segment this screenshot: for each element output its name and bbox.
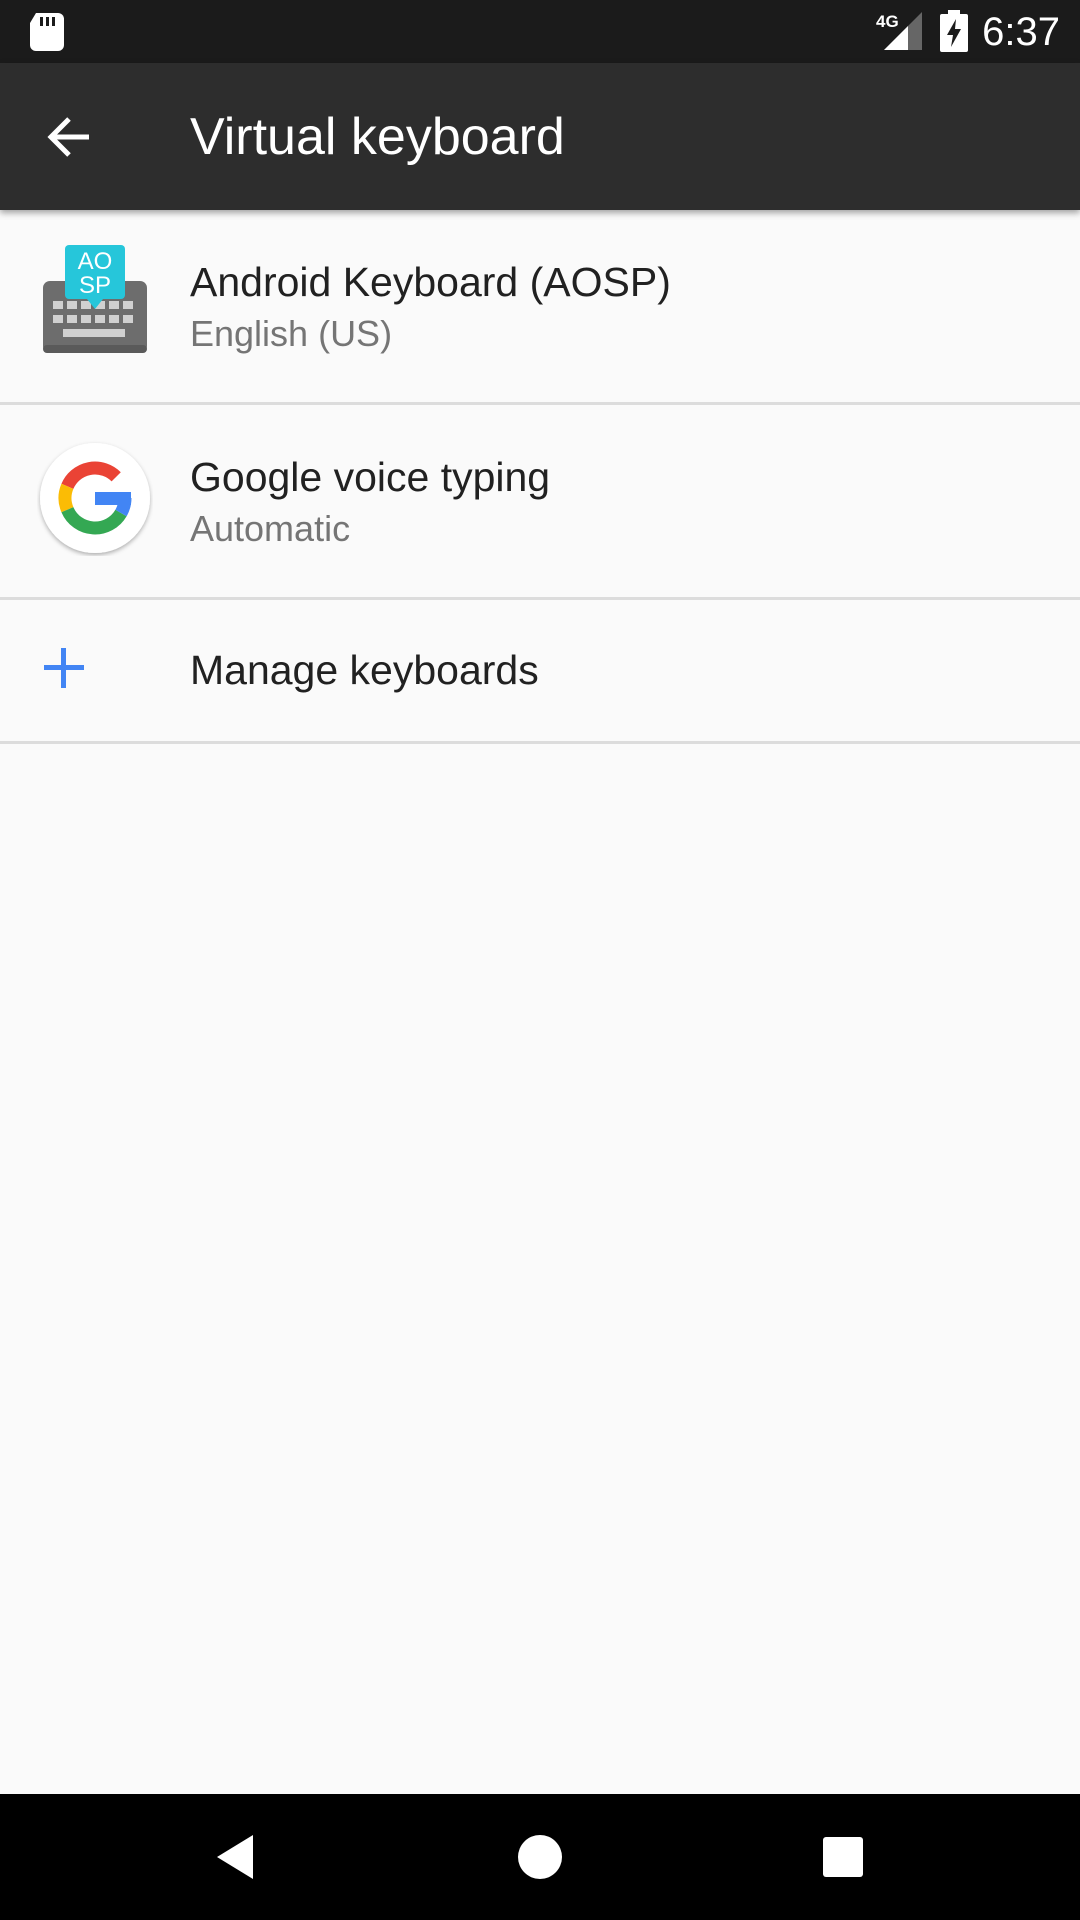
nav-recents-button[interactable] [808, 1822, 878, 1892]
keyboard-list: AO SP Android Keyboard (AOSP) English (U… [0, 210, 1080, 744]
manage-keyboards-button[interactable]: Manage keyboards [0, 600, 1080, 744]
page-title: Virtual keyboard [190, 108, 565, 166]
status-bar: 4G 6:37 [0, 0, 1080, 63]
list-item-title: Google voice typing [190, 454, 551, 500]
google-logo-icon [40, 443, 150, 553]
list-item-title: Android Keyboard (AOSP) [190, 259, 671, 305]
aosp-badge-line1: AO [78, 248, 113, 275]
list-item-aosp-keyboard[interactable]: AO SP Android Keyboard (AOSP) English (U… [0, 210, 1080, 405]
list-item-subtitle: English (US) [190, 313, 393, 354]
navigation-bar [0, 1794, 1080, 1920]
aosp-keyboard-icon: AO SP [43, 245, 147, 353]
list-item-subtitle: Automatic [190, 508, 351, 549]
app-bar: Virtual keyboard [0, 63, 1080, 210]
nav-home-button[interactable] [505, 1822, 575, 1892]
arrow-back-icon [47, 117, 89, 157]
manage-keyboards-label: Manage keyboards [190, 647, 539, 693]
aosp-badge-line2: SP [79, 272, 111, 299]
plus-icon [44, 648, 84, 688]
list-item-google-voice-typing[interactable]: Google voice typing Automatic [0, 405, 1080, 600]
back-button[interactable] [30, 98, 108, 176]
home-circle-icon [518, 1835, 562, 1879]
recents-square-icon [823, 1837, 863, 1877]
nav-back-button[interactable] [200, 1822, 270, 1892]
back-triangle-icon [217, 1835, 253, 1879]
signal-icon [884, 12, 922, 50]
battery-charging-icon [940, 10, 968, 52]
status-time: 6:37 [982, 10, 1060, 54]
sd-card-icon [30, 13, 64, 51]
